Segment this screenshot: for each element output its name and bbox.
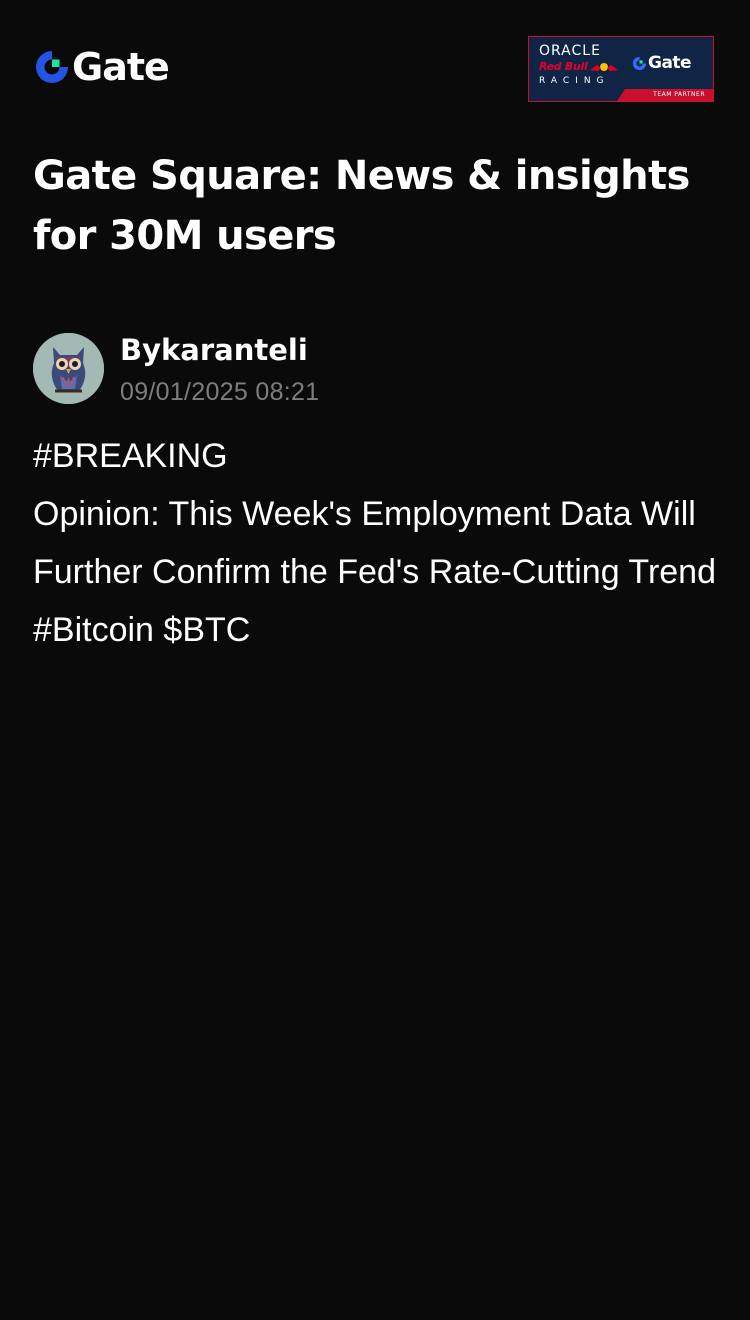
page-title: Gate Square: News & insights for 30M use… (33, 153, 690, 259)
oracle-wordmark: ORACLE (539, 43, 601, 59)
racing-wordmark: RACING (539, 76, 610, 86)
author-name[interactable]: Bykaranteli (120, 333, 308, 367)
redbull-row: Red Bull (539, 60, 625, 73)
partner-sponsor-block: ORACLE Red Bull RACING (539, 43, 625, 88)
post-timestamp: 09/01/2025 08:21 (120, 378, 320, 406)
brand-name: Gate (72, 45, 170, 89)
avatar[interactable] (33, 333, 104, 404)
partner-gate-logo: Gate (632, 53, 692, 73)
redbull-wordmark: Red Bull (539, 60, 588, 73)
gate-logo-icon (36, 51, 68, 83)
bull-icon (590, 62, 619, 71)
post-author[interactable]: Bykaranteli 09/01/2025 08:21 (33, 333, 633, 406)
hashtag-breaking[interactable]: #BREAKING (33, 427, 723, 485)
gate-logo[interactable]: Gate (34, 45, 170, 89)
partner-gate-name: Gate (648, 53, 692, 73)
gate-logo-small-icon (632, 56, 647, 70)
header: Gate ORACLE Red Bull RACING Gate TEAM PA… (34, 36, 714, 102)
page: Gate ORACLE Red Bull RACING Gate TEAM PA… (0, 0, 750, 1320)
post-text: Opinion: This Week's Employment Data Wil… (33, 495, 716, 591)
post-content: #BREAKING Opinion: This Week's Employmen… (33, 427, 723, 659)
hashtag-bitcoin[interactable]: #Bitcoin $BTC (33, 601, 723, 659)
owl-avatar-icon (33, 333, 104, 404)
partner-badge[interactable]: ORACLE Red Bull RACING Gate TEAM PARTNER (528, 36, 714, 102)
team-partner-tag: TEAM PARTNER (653, 91, 705, 98)
